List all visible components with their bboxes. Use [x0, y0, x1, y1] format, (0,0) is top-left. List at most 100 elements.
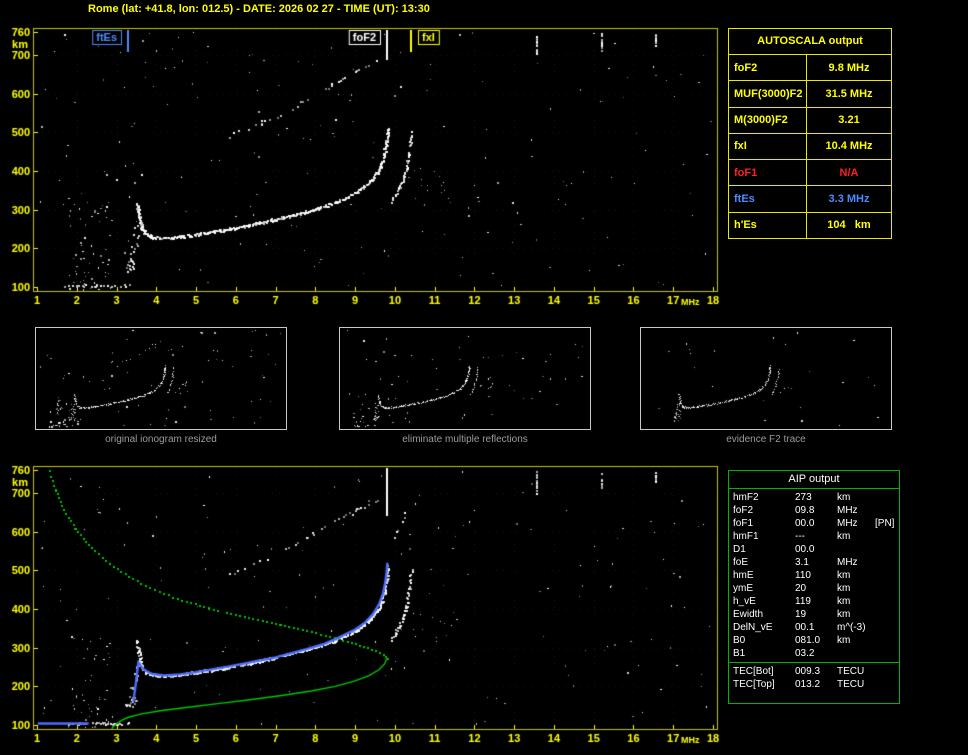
autoscala-table-header: AUTOSCALA output — [729, 29, 891, 55]
aip-param-unit: km — [837, 570, 851, 581]
aip-row: foF1 00.0 MHz [PN] — [729, 517, 899, 530]
aip-param-extra — [875, 665, 895, 678]
aip-row: foE 3.1 MHz — [729, 556, 899, 569]
aip-param-name: h_vE — [733, 596, 756, 607]
aip-param-extra — [875, 491, 895, 504]
autoscala-param-value: N/A — [839, 166, 859, 179]
thumbnail-caption-multiples: eliminate multiple reflections — [402, 434, 528, 445]
thumbnail-caption-original: original ionogram resized — [105, 434, 217, 445]
autoscala-param-name: MUF(3000)F2 — [729, 81, 807, 107]
aip-main-rows: hmF2 273 km foF2 09.8 MHz foF1 00.0 MHz [PN] hmF1 -… — [729, 491, 899, 660]
aip-row: B1 03.2 — [729, 647, 899, 660]
aip-row: B0 081.0 km — [729, 634, 899, 647]
aip-row: hmF1 --- km — [729, 530, 899, 543]
aip-param-name: DelN_vE — [733, 622, 773, 633]
autoscala-param-name: h'Es — [729, 212, 807, 238]
aip-param-value: 273 — [795, 492, 812, 503]
autoscala-app: { "window": { "title": "Rome (lat: +41.8… — [0, 0, 968, 755]
aip-param-name: hmF2 — [733, 492, 759, 503]
thumbnail-original-ionogram — [35, 327, 287, 430]
aip-param-value: 00.0 — [795, 544, 815, 555]
autoscala-param-name: foF2 — [729, 55, 807, 81]
aip-param-unit: km — [837, 609, 851, 620]
aip-param-unit: km — [837, 583, 851, 594]
aip-param-name: Ewidth — [733, 609, 764, 620]
aip-param-unit: MHz — [837, 557, 858, 568]
aip-param-value: 110 — [795, 570, 811, 581]
aip-param-value: 009.3 — [795, 666, 821, 677]
aip-param-name: hmE — [733, 570, 754, 581]
autoscala-row: MUF(3000)F2 31.5 MHz — [729, 81, 891, 108]
aip-separator — [729, 662, 899, 663]
autoscala-param-value: 104 km — [827, 219, 871, 232]
aip-output-table: AIP output hmF2 273 km foF2 09.8 MHz foF1 00.0 M… — [728, 470, 900, 704]
aip-param-value: 20 — [795, 583, 807, 594]
autoscala-param-value: 3.21 — [838, 114, 860, 127]
aip-row: TEC[Top] 013.2 TECU — [729, 678, 899, 691]
autoscala-row: foF1 N/A — [729, 160, 891, 187]
aip-param-extra — [875, 556, 895, 569]
aip-param-name: ymE — [733, 583, 753, 594]
aip-param-extra: [PN] — [875, 518, 895, 529]
aip-param-extra — [875, 582, 895, 595]
autoscala-param-value: 9.8 MHz — [828, 61, 870, 74]
aip-param-value: 081.0 — [795, 635, 821, 646]
aip-param-unit: MHz — [837, 505, 858, 516]
aip-param-extra — [875, 678, 895, 691]
aip-param-extra — [875, 543, 895, 556]
aip-param-value: 013.2 — [795, 679, 821, 690]
aip-row: D1 00.0 — [729, 543, 899, 556]
aip-param-unit — [831, 647, 875, 660]
aip-param-unit: km — [837, 596, 851, 607]
autoscala-param-value: 10.4 MHz — [825, 140, 873, 153]
thumbnail-eliminate-multiples — [339, 327, 591, 430]
aip-param-value: 119 — [795, 596, 811, 607]
aip-param-extra — [875, 621, 895, 634]
aip-param-extra — [875, 634, 895, 647]
aip-param-unit — [831, 543, 875, 556]
autoscala-param-name: foF1 — [729, 160, 807, 186]
autoscala-row: foF2 9.8 MHz — [729, 55, 891, 82]
aip-row: foF2 09.8 MHz — [729, 504, 899, 517]
aip-param-unit: km — [837, 492, 851, 503]
aip-param-unit: m^(-3) — [837, 622, 866, 633]
aip-param-value: 00.1 — [795, 622, 815, 633]
aip-param-unit: TECU — [837, 666, 865, 677]
station-title: Rome (lat: +41.8, lon: 012.5) - DATE: 20… — [88, 3, 430, 15]
thumbnail-evidence-f2-trace — [640, 327, 892, 430]
aip-table-body: hmF2 273 km foF2 09.8 MHz foF1 00.0 MHz [PN] hmF1 -… — [729, 489, 899, 691]
autoscala-param-name: M(3000)F2 — [729, 107, 807, 133]
autoscala-param-value: 3.3 MHz — [828, 193, 870, 206]
autoscala-row: ftEs 3.3 MHz — [729, 186, 891, 213]
aip-row: hmF2 273 km — [729, 491, 899, 504]
aip-param-value: --- — [795, 531, 805, 542]
aip-param-name: TEC[Top] — [733, 679, 775, 690]
autoscala-output-table: AUTOSCALA output foF2 9.8 MHz MUF(3000)F2 3… — [728, 28, 892, 239]
autoscala-param-name: fxI — [729, 133, 807, 160]
aip-param-unit: MHz — [837, 518, 858, 529]
aip-row: hmE 110 km — [729, 569, 899, 582]
thumbnail-caption-f2: evidence F2 trace — [726, 434, 806, 445]
aip-param-value: 00.0 — [795, 518, 815, 529]
aip-param-extra — [875, 608, 895, 621]
aip-param-name: D1 — [733, 544, 746, 555]
aip-param-extra — [875, 647, 895, 660]
top-ionogram-plot — [0, 24, 724, 316]
aip-row: DelN_vE 00.1 m^(-3) — [729, 621, 899, 634]
aip-param-name: foE — [733, 557, 749, 568]
aip-param-value: 09.8 — [795, 505, 815, 516]
autoscala-row: h'Es 104 km — [729, 212, 891, 238]
aip-param-extra — [875, 504, 895, 517]
aip-row: ymE 20 km — [729, 582, 899, 595]
autoscala-param-value: 31.5 MHz — [825, 87, 873, 100]
aip-param-name: B0 — [733, 635, 746, 646]
autoscala-row: M(3000)F2 3.21 — [729, 107, 891, 134]
aip-table-header: AIP output — [729, 471, 899, 489]
bottom-ionogram-plot — [0, 462, 724, 754]
aip-param-value: 19 — [795, 609, 807, 620]
aip-param-extra — [875, 595, 895, 608]
aip-param-value: 3.1 — [795, 557, 809, 568]
aip-param-unit: km — [837, 635, 851, 646]
aip-tec-rows: TEC[Bot] 009.3 TECU TEC[Top] 013.2 TECU — [729, 665, 899, 691]
aip-param-name: TEC[Bot] — [733, 666, 774, 677]
